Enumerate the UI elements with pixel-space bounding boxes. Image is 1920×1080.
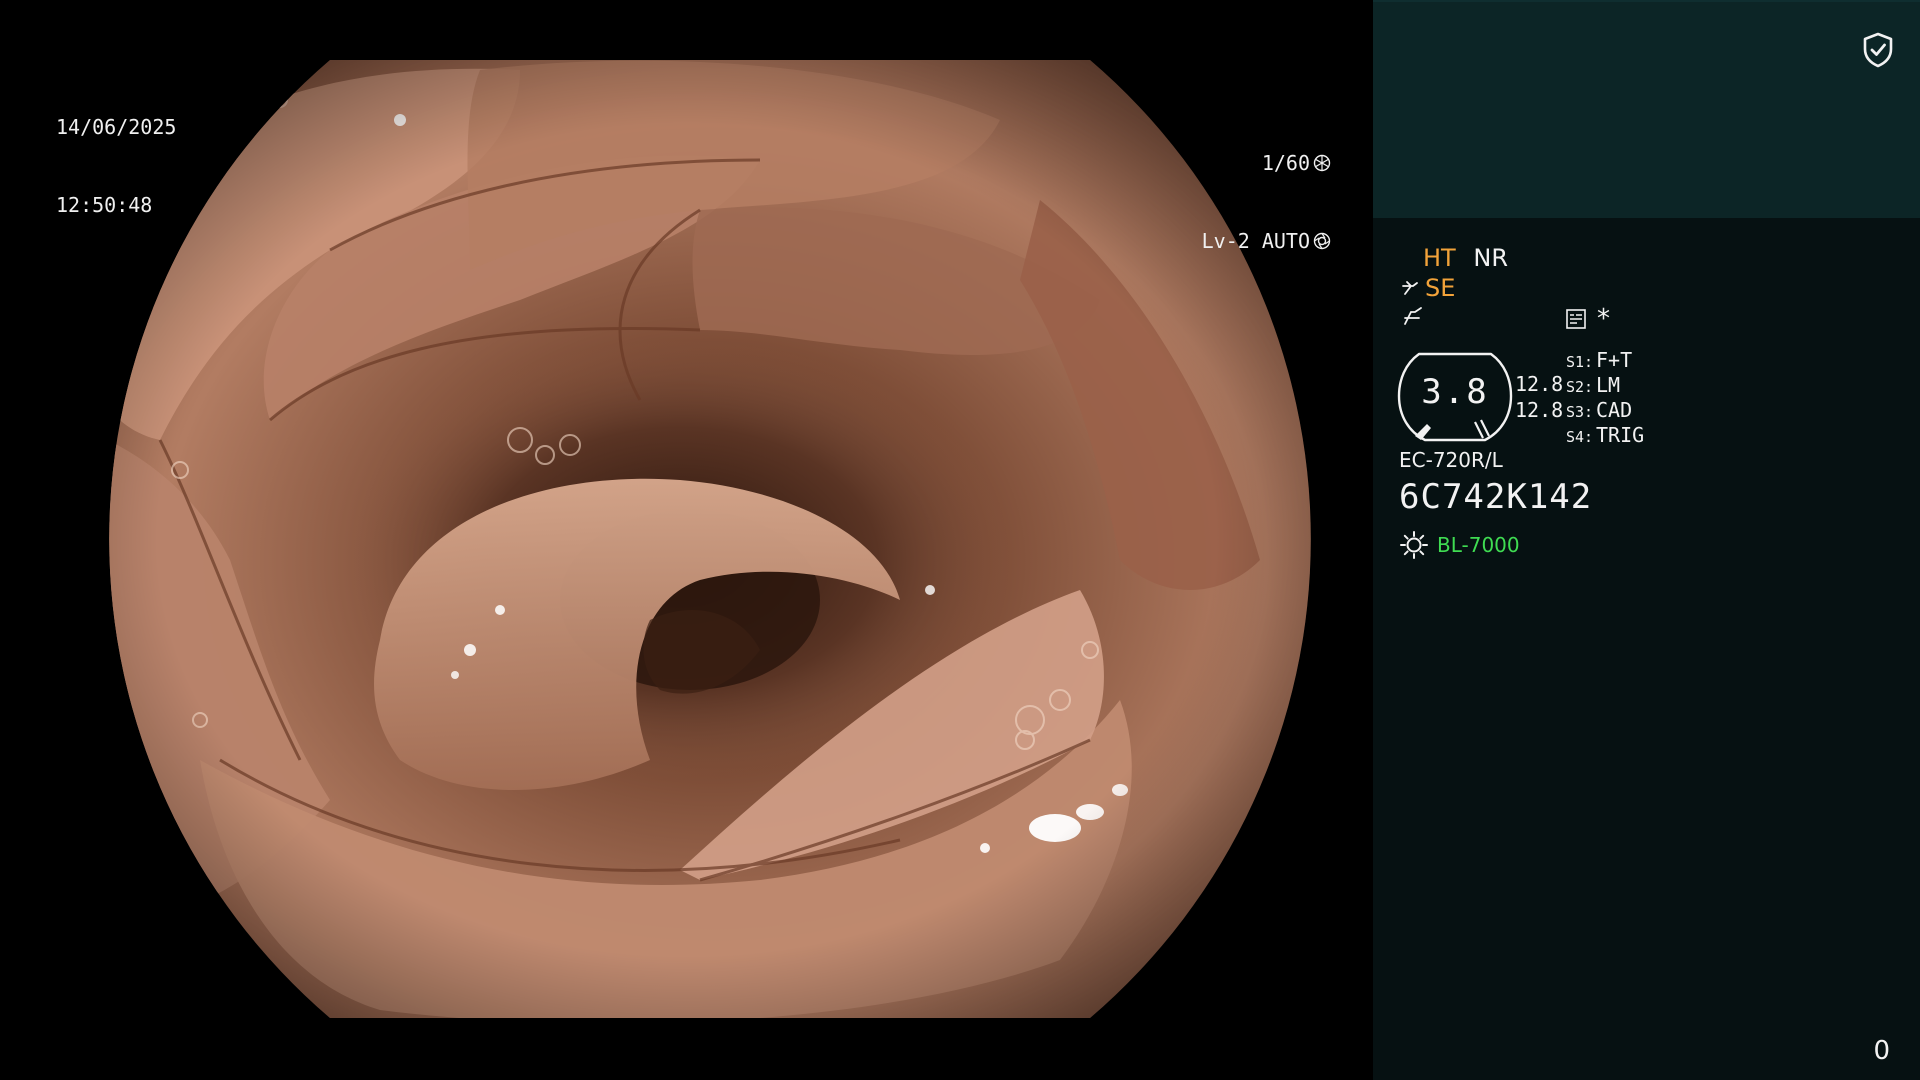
endoscopy-monitor-screen: 14/06/2025 12:50:48 1/60 Lv-2 AUTO HT NR…	[0, 0, 1920, 1080]
info-panel: HT NR SE * 3.8 12.8 12.8 S1: F+T S2: LM …	[1373, 0, 1920, 1080]
iris-row: Lv-2 AUTO	[1202, 228, 1331, 254]
shutter-label: 1/60	[1261, 151, 1310, 175]
mode-nr: NR	[1473, 244, 1508, 272]
date-label: 14/06/2025	[56, 115, 177, 139]
shutter-row: 1/60	[1202, 150, 1331, 176]
scope-serial-label: 6C742K142	[1399, 477, 1593, 517]
switch-s2: S2: LM	[1566, 373, 1621, 397]
exposure-readout: 1/60 Lv-2 AUTO	[1202, 98, 1331, 306]
scope-tip-icon	[1402, 281, 1418, 295]
time-label: 12:50:48	[56, 193, 153, 217]
date-time-readout: 14/06/2025 12:50:48	[56, 62, 176, 270]
lamp-icon	[1400, 531, 1428, 559]
iris-mode-label: Lv-2 AUTO	[1201, 229, 1310, 253]
light-source-row: BL-7000	[1399, 530, 1520, 560]
gauge-sub-value-2: 12.8	[1515, 398, 1564, 422]
panel-header-area	[1373, 0, 1920, 218]
endoscopic-image	[109, 60, 1311, 1018]
scope-switch-list: S1: F+T S2: LM S3: CAD S4: TRIG	[1566, 348, 1644, 448]
endoscopic-view: 14/06/2025 12:50:48 1/60 Lv-2 AUTO	[0, 0, 1373, 1080]
enhance-row	[1401, 304, 1425, 328]
iris-icon	[1313, 232, 1331, 250]
shield-check-icon	[1863, 32, 1893, 68]
gauge-value: 3.8	[1421, 372, 1489, 412]
enhance-icon	[1404, 307, 1422, 325]
mode-ht: HT	[1423, 244, 1456, 272]
shutter-icon	[1313, 154, 1331, 172]
image-mode-row: HT NR	[1423, 244, 1508, 272]
mode-se: SE	[1425, 274, 1456, 302]
scope-model-label: EC-720R/L	[1399, 448, 1503, 472]
light-source-label: BL-7000	[1437, 533, 1520, 557]
asterisk-indicator: *	[1597, 304, 1610, 334]
switch-s4: S4: TRIG	[1566, 423, 1645, 447]
gauge-sub-value-1: 12.8	[1515, 372, 1564, 396]
image-counter: 0	[1873, 1036, 1890, 1066]
se-mode-row: SE	[1401, 274, 1455, 302]
switch-s3: S3: CAD	[1566, 398, 1633, 422]
record-icon	[1566, 309, 1586, 329]
switch-s1: S1: F+T	[1566, 348, 1633, 372]
